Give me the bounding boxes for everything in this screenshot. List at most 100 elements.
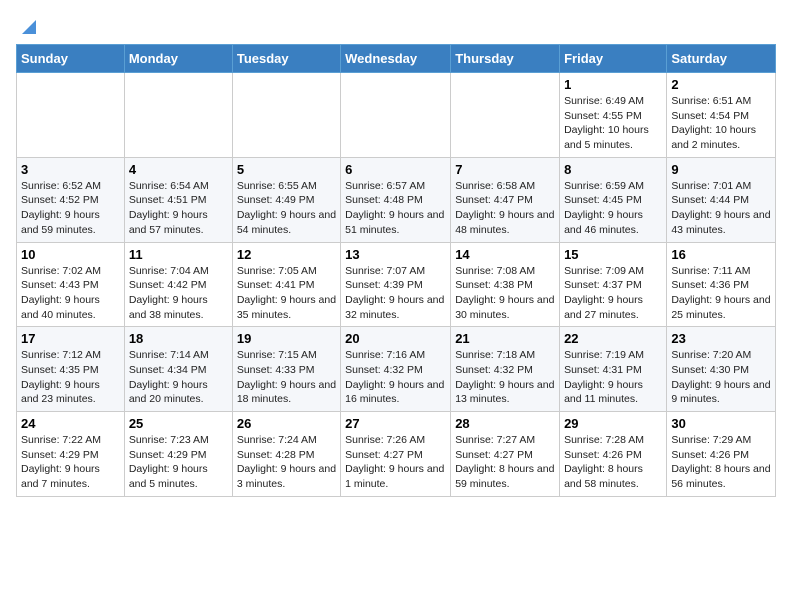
day-number: 25 — [129, 416, 228, 431]
day-info: Sunrise: 7:20 AM Sunset: 4:30 PM Dayligh… — [671, 348, 771, 407]
calendar-cell: 8Sunrise: 6:59 AM Sunset: 4:45 PM Daylig… — [560, 157, 667, 242]
calendar-cell — [451, 73, 560, 158]
calendar-weekday-header: Thursday — [451, 45, 560, 73]
day-info: Sunrise: 7:09 AM Sunset: 4:37 PM Dayligh… — [564, 264, 662, 323]
calendar-week-row: 10 Sunrise: 7:02 AM Sunset: 4:43 PM Dayli… — [17, 242, 776, 327]
day-info: Sunrise: 7:16 AM Sunset: 4:32 PM Dayligh… — [345, 348, 446, 407]
calendar-cell — [124, 73, 232, 158]
day-number: 4 — [129, 162, 228, 177]
calendar-weekday-header: Sunday — [17, 45, 125, 73]
day-info: Sunrise: 7:15 AM Sunset: 4:33 PM Dayligh… — [237, 348, 336, 407]
day-number: 7 — [455, 162, 555, 177]
day-info: Sunrise: 7:28 AM Sunset: 4:26 PM Dayligh… — [564, 433, 662, 492]
day-info: Sunrise: 7:23 AM Sunset: 4:29 PM Dayligh… — [129, 433, 228, 492]
calendar-cell: 6 Sunrise: 6:57 AM Sunset: 4:48 PM Daylig… — [341, 157, 451, 242]
calendar-cell — [232, 73, 340, 158]
calendar-cell: 28Sunrise: 7:27 AM Sunset: 4:27 PM Dayli… — [451, 412, 560, 497]
day-info: Sunrise: 6:59 AM Sunset: 4:45 PM Dayligh… — [564, 179, 662, 238]
calendar-cell: 25 Sunrise: 7:23 AM Sunset: 4:29 PM Dayli… — [124, 412, 232, 497]
calendar-header-row: SundayMondayTuesdayWednesdayThursdayFrid… — [17, 45, 776, 73]
calendar-cell: 1 Sunrise: 6:49 AM Sunset: 4:55 PM Daylig… — [560, 73, 667, 158]
day-info: Sunrise: 6:55 AM Sunset: 4:49 PM Dayligh… — [237, 179, 336, 238]
day-number: 18 — [129, 331, 228, 346]
calendar-cell: 22 Sunrise: 7:19 AM Sunset: 4:31 PM Dayli… — [560, 327, 667, 412]
day-number: 22 — [564, 331, 662, 346]
day-info: Sunrise: 6:57 AM Sunset: 4:48 PM Dayligh… — [345, 179, 446, 238]
calendar-cell: 3 Sunrise: 6:52 AM Sunset: 4:52 PM Daylig… — [17, 157, 125, 242]
calendar-cell: 29 Sunrise: 7:28 AM Sunset: 4:26 PM Dayli… — [560, 412, 667, 497]
day-number: 19 — [237, 331, 336, 346]
calendar-week-row: 24 Sunrise: 7:22 AM Sunset: 4:29 PM Dayli… — [17, 412, 776, 497]
day-number: 12 — [237, 247, 336, 262]
day-number: 10 — [21, 247, 120, 262]
calendar-cell: 23 Sunrise: 7:20 AM Sunset: 4:30 PM Dayli… — [667, 327, 776, 412]
calendar-cell: 18 Sunrise: 7:14 AM Sunset: 4:34 PM Dayli… — [124, 327, 232, 412]
calendar-cell: 20 Sunrise: 7:16 AM Sunset: 4:32 PM Dayli… — [341, 327, 451, 412]
day-number: 27 — [345, 416, 446, 431]
day-number: 30 — [671, 416, 771, 431]
page-header — [16, 16, 776, 34]
calendar-cell: 30 Sunrise: 7:29 AM Sunset: 4:26 PM Dayli… — [667, 412, 776, 497]
calendar-cell: 11 Sunrise: 7:04 AM Sunset: 4:42 PM Dayli… — [124, 242, 232, 327]
day-info: Sunrise: 6:52 AM Sunset: 4:52 PM Dayligh… — [21, 179, 120, 238]
day-info: Sunrise: 7:22 AM Sunset: 4:29 PM Dayligh… — [21, 433, 120, 492]
day-number: 9 — [671, 162, 771, 177]
calendar-cell: 19 Sunrise: 7:15 AM Sunset: 4:33 PM Dayli… — [232, 327, 340, 412]
calendar-cell: 12 Sunrise: 7:05 AM Sunset: 4:41 PM Dayli… — [232, 242, 340, 327]
calendar-cell: 4 Sunrise: 6:54 AM Sunset: 4:51 PM Daylig… — [124, 157, 232, 242]
day-info: Sunrise: 6:51 AM Sunset: 4:54 PM Dayligh… — [671, 94, 771, 153]
calendar-weekday-header: Monday — [124, 45, 232, 73]
calendar-cell: 24 Sunrise: 7:22 AM Sunset: 4:29 PM Dayli… — [17, 412, 125, 497]
calendar-weekday-header: Saturday — [667, 45, 776, 73]
day-info: Sunrise: 7:12 AM Sunset: 4:35 PM Dayligh… — [21, 348, 120, 407]
day-number: 20 — [345, 331, 446, 346]
calendar-cell: 27 Sunrise: 7:26 AM Sunset: 4:27 PM Dayli… — [341, 412, 451, 497]
day-info: Sunrise: 6:54 AM Sunset: 4:51 PM Dayligh… — [129, 179, 228, 238]
calendar-cell: 13 Sunrise: 7:07 AM Sunset: 4:39 PM Dayli… — [341, 242, 451, 327]
calendar-cell: 7 Sunrise: 6:58 AM Sunset: 4:47 PM Daylig… — [451, 157, 560, 242]
calendar-cell: 14Sunrise: 7:08 AM Sunset: 4:38 PM Dayli… — [451, 242, 560, 327]
day-info: Sunrise: 7:07 AM Sunset: 4:39 PM Dayligh… — [345, 264, 446, 323]
day-info: Sunrise: 7:29 AM Sunset: 4:26 PM Dayligh… — [671, 433, 771, 492]
calendar-body: 1 Sunrise: 6:49 AM Sunset: 4:55 PM Daylig… — [17, 73, 776, 497]
day-info: Sunrise: 7:05 AM Sunset: 4:41 PM Dayligh… — [237, 264, 336, 323]
day-number: 24 — [21, 416, 120, 431]
day-number: 11 — [129, 247, 228, 262]
day-info: Sunrise: 7:27 AM Sunset: 4:27 PM Dayligh… — [455, 433, 555, 492]
calendar-cell — [341, 73, 451, 158]
calendar-cell: 16Sunrise: 7:11 AM Sunset: 4:36 PM Dayli… — [667, 242, 776, 327]
calendar-cell: 9Sunrise: 7:01 AM Sunset: 4:44 PM Daylig… — [667, 157, 776, 242]
day-info: Sunrise: 6:49 AM Sunset: 4:55 PM Dayligh… — [564, 94, 662, 153]
day-number: 1 — [564, 77, 662, 92]
day-number: 6 — [345, 162, 446, 177]
calendar-week-row: 17 Sunrise: 7:12 AM Sunset: 4:35 PM Dayli… — [17, 327, 776, 412]
day-info: Sunrise: 7:18 AM Sunset: 4:32 PM Dayligh… — [455, 348, 555, 407]
calendar-table: SundayMondayTuesdayWednesdayThursdayFrid… — [16, 44, 776, 497]
calendar-weekday-header: Friday — [560, 45, 667, 73]
day-number: 2 — [671, 77, 771, 92]
calendar-cell: 10 Sunrise: 7:02 AM Sunset: 4:43 PM Dayli… — [17, 242, 125, 327]
day-number: 3 — [21, 162, 120, 177]
calendar-cell: 2 Sunrise: 6:51 AM Sunset: 4:54 PM Daylig… — [667, 73, 776, 158]
calendar-cell: 15 Sunrise: 7:09 AM Sunset: 4:37 PM Dayli… — [560, 242, 667, 327]
day-number: 29 — [564, 416, 662, 431]
day-info: Sunrise: 7:08 AM Sunset: 4:38 PM Dayligh… — [455, 264, 555, 323]
calendar-weekday-header: Wednesday — [341, 45, 451, 73]
calendar-cell: 21Sunrise: 7:18 AM Sunset: 4:32 PM Dayli… — [451, 327, 560, 412]
calendar-cell: 17 Sunrise: 7:12 AM Sunset: 4:35 PM Dayli… — [17, 327, 125, 412]
day-info: Sunrise: 7:19 AM Sunset: 4:31 PM Dayligh… — [564, 348, 662, 407]
day-number: 23 — [671, 331, 771, 346]
day-number: 5 — [237, 162, 336, 177]
day-number: 16 — [671, 247, 771, 262]
day-info: Sunrise: 7:14 AM Sunset: 4:34 PM Dayligh… — [129, 348, 228, 407]
day-info: Sunrise: 7:02 AM Sunset: 4:43 PM Dayligh… — [21, 264, 120, 323]
day-info: Sunrise: 7:26 AM Sunset: 4:27 PM Dayligh… — [345, 433, 446, 492]
day-info: Sunrise: 7:04 AM Sunset: 4:42 PM Dayligh… — [129, 264, 228, 323]
day-number: 17 — [21, 331, 120, 346]
logo — [16, 16, 48, 34]
day-number: 13 — [345, 247, 446, 262]
logo-arrow-icon — [18, 16, 40, 38]
day-number: 15 — [564, 247, 662, 262]
calendar-week-row: 1 Sunrise: 6:49 AM Sunset: 4:55 PM Daylig… — [17, 73, 776, 158]
day-info: Sunrise: 6:58 AM Sunset: 4:47 PM Dayligh… — [455, 179, 555, 238]
